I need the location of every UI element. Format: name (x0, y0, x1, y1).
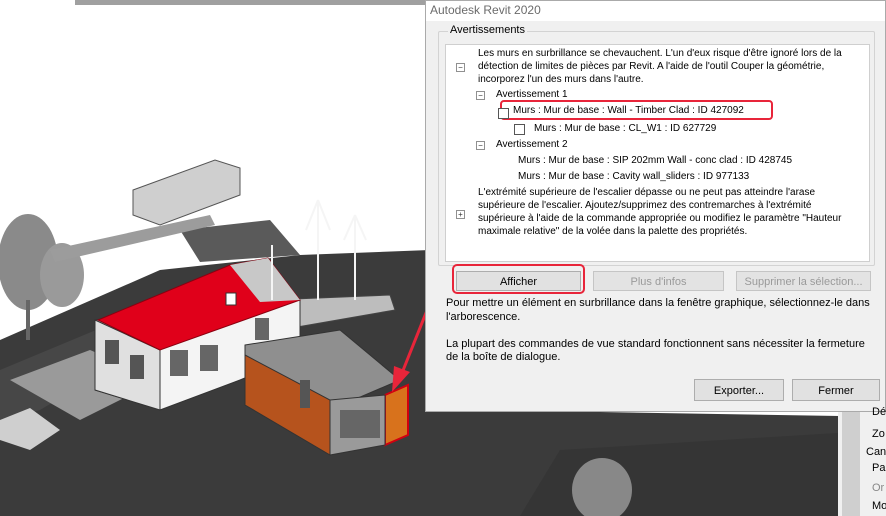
tree-item-wall[interactable]: Murs : Mur de base : Cavity wall_sliders… (518, 170, 749, 183)
collapse-icon[interactable]: − (476, 91, 485, 100)
tree-item-warning-2[interactable]: Avertissement 2 (496, 138, 568, 151)
warnings-tree[interactable]: − Les murs en surbrillance se chevauchen… (445, 44, 870, 262)
collapse-icon[interactable]: − (476, 141, 485, 150)
show-button[interactable]: Afficher (456, 271, 581, 291)
export-button[interactable]: Exporter... (694, 379, 784, 401)
warning-text-line: incorporez l'un des murs dans l'autre. (478, 74, 644, 85)
expand-icon[interactable]: + (456, 210, 465, 219)
dialog-title: Autodesk Revit 2020 (426, 1, 885, 21)
more-info-button[interactable]: Plus d'infos (593, 271, 724, 291)
tree-item-wall[interactable]: Murs : Mur de base : SIP 202mm Wall - co… (518, 154, 792, 167)
warnings-group: Avertissements − Les murs en surbrillanc… (438, 24, 875, 266)
tree-item-wall[interactable]: Murs : Mur de base : Wall - Timber Clad … (513, 104, 744, 117)
collapse-icon[interactable]: − (456, 63, 465, 72)
delete-selection-button[interactable]: Supprimer la sélection... (736, 271, 871, 291)
warnings-dialog: Autodesk Revit 2020 Avertissements − Les… (425, 0, 886, 412)
palette-row[interactable]: Or (872, 482, 884, 494)
palette-row[interactable]: Can (866, 446, 886, 458)
palette-row[interactable]: Mo (872, 500, 886, 512)
stair-warning-text: L'extrémité supérieure de l'escalier dép… (478, 187, 816, 198)
highlighted-wall (384, 383, 409, 447)
tree-item-wall[interactable]: Murs : Mur de base : CL_W1 : ID 627729 (534, 122, 716, 135)
tree-checkbox[interactable] (498, 108, 509, 119)
palette-row[interactable]: Zo (872, 428, 885, 440)
info-text: La plupart des commandes de vue standard… (446, 338, 865, 350)
warning-text-line: détection de limites de pièces par Revit… (478, 61, 825, 72)
group-title: Avertissements (448, 24, 527, 36)
palette-scrollbar[interactable] (842, 412, 860, 516)
warning-text-line: Les murs en surbrillance se chevauchent.… (478, 48, 842, 59)
info-text: de la boîte de dialogue. (446, 351, 561, 363)
palette-row[interactable]: Pa (872, 462, 885, 474)
properties-palette: Dé Zo Can Pa Or Mo (838, 406, 886, 516)
stair-warning-text: maximale relative" de la volée dans la p… (478, 226, 748, 237)
info-text: l'arborescence. (446, 311, 521, 323)
close-button[interactable]: Fermer (792, 379, 880, 401)
stair-warning-text: supérieure de l'escalier. Ajoutez/suppri… (478, 200, 812, 211)
palette-row[interactable]: Dé (872, 406, 886, 418)
tree-checkbox[interactable] (514, 124, 525, 135)
info-text: Pour mettre un élément en surbrillance d… (446, 297, 870, 309)
stair-warning-text: supérieure à l'aide de la commande appro… (478, 213, 842, 224)
